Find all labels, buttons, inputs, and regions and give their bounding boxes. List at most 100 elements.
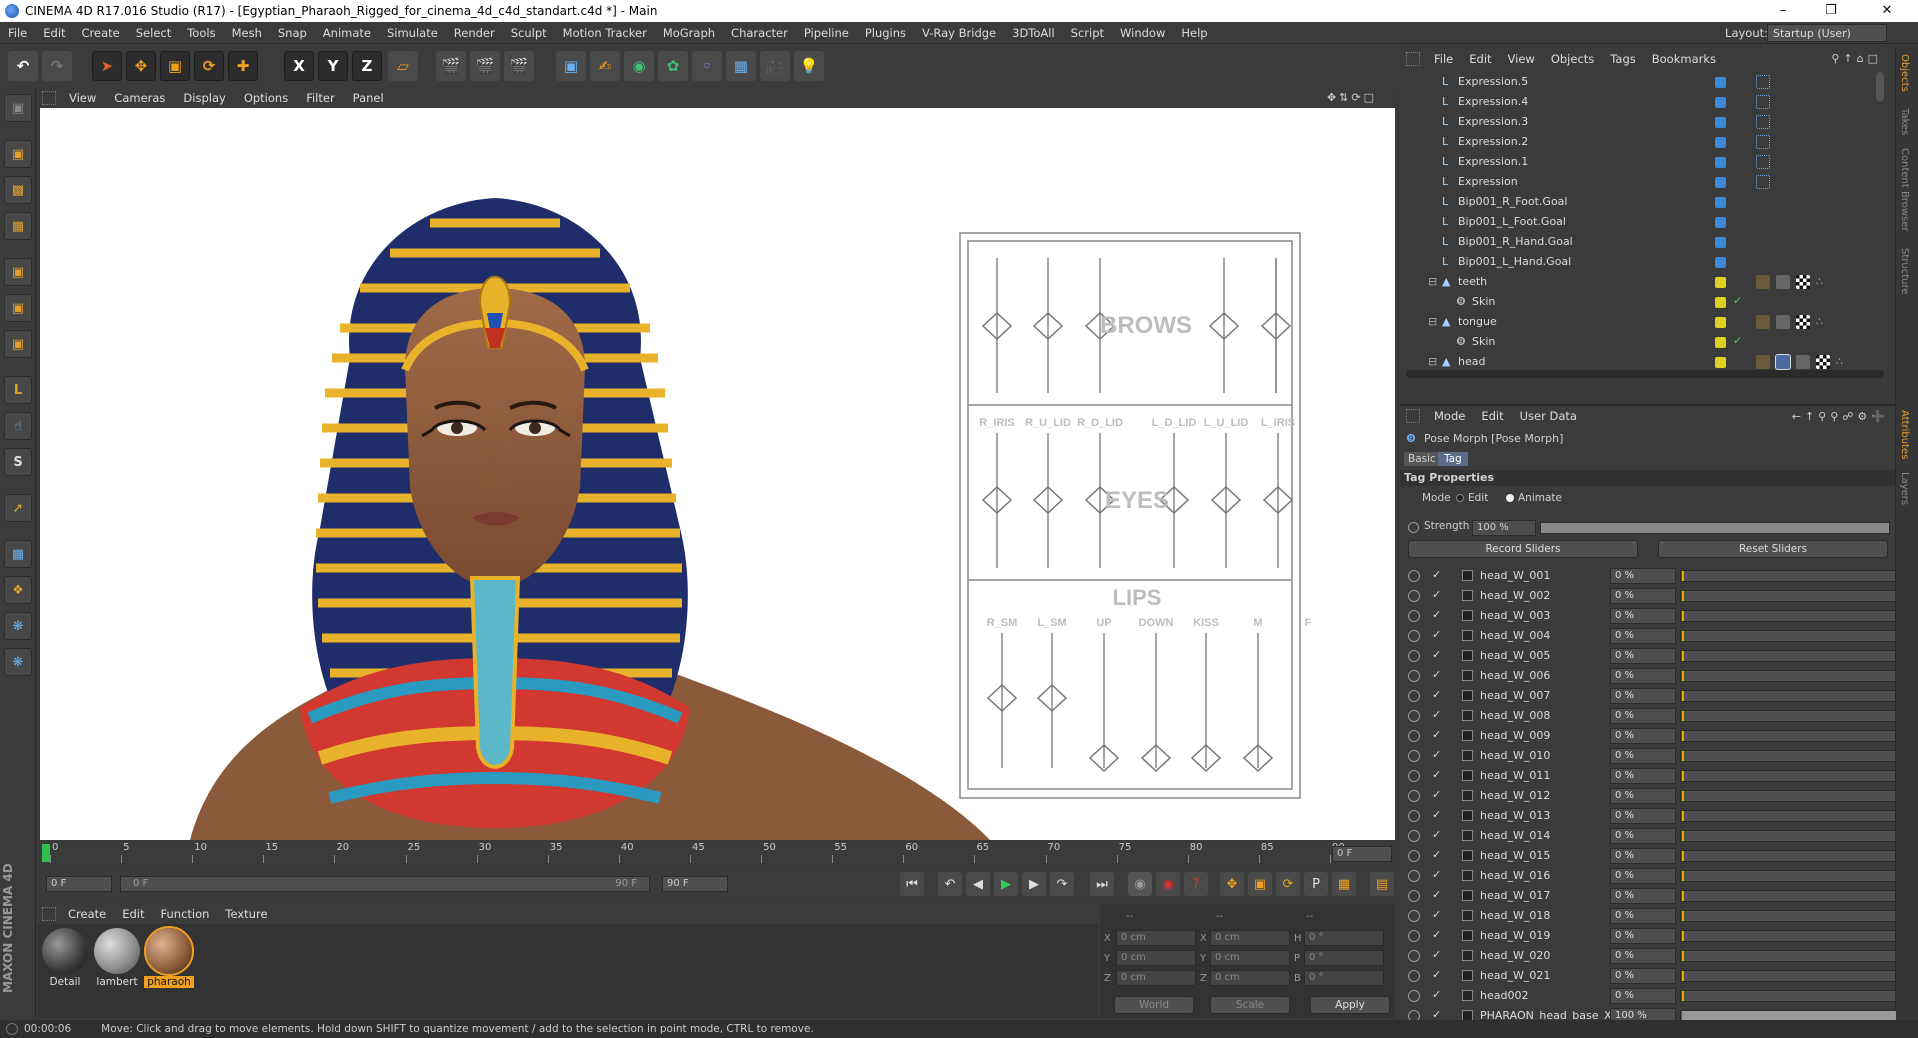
morph-value-field[interactable]: 0 % xyxy=(1610,868,1676,884)
enabled-checkbox[interactable]: ✓ xyxy=(1432,968,1441,981)
morph-value-field[interactable]: 0 % xyxy=(1610,728,1676,744)
coordinate-world-select[interactable]: World xyxy=(1114,996,1194,1014)
morph-tag-icon[interactable] xyxy=(1796,355,1810,369)
enabled-checkbox[interactable]: ✓ xyxy=(1432,908,1441,921)
object-menu-objects[interactable]: Objects xyxy=(1543,52,1602,66)
side-tab-attributes[interactable]: Attributes xyxy=(1899,410,1910,459)
move-tool-icon[interactable]: ✥ xyxy=(126,51,156,81)
xpresso-tag-icon[interactable] xyxy=(1756,95,1770,109)
morph-slider[interactable] xyxy=(1680,590,1896,602)
morph-slider[interactable] xyxy=(1680,910,1896,922)
enabled-check-icon[interactable]: ✓ xyxy=(1733,334,1742,347)
layout-select[interactable]: Startup (User) xyxy=(1767,24,1887,42)
enabled-checkbox[interactable]: ✓ xyxy=(1432,868,1441,881)
enabled-checkbox[interactable]: ✓ xyxy=(1432,948,1441,961)
animate-toggle-icon[interactable] xyxy=(1408,910,1420,922)
morph-slider-row[interactable]: ✓ head_W_001 0 % xyxy=(1400,566,1896,586)
viewport-menu-options[interactable]: Options xyxy=(235,91,297,105)
rotate-tool-icon[interactable]: ⟳ xyxy=(194,51,224,81)
list-item[interactable]: ❾ Skin ✓ xyxy=(1400,292,1890,312)
object-menu-tags[interactable]: Tags xyxy=(1602,52,1643,66)
horizontal-scrollbar[interactable] xyxy=(1406,370,1884,378)
list-item[interactable]: L Bip001_R_Foot.Goal xyxy=(1400,192,1890,212)
animate-toggle-icon[interactable] xyxy=(1408,790,1420,802)
morph-value-field[interactable]: 0 % xyxy=(1610,748,1676,764)
animate-toggle-icon[interactable] xyxy=(1408,750,1420,762)
xpresso-tag-icon[interactable] xyxy=(1756,115,1770,129)
pen-spline-icon[interactable]: ✍ xyxy=(590,51,620,81)
object-menu-bookmarks[interactable]: Bookmarks xyxy=(1644,52,1724,66)
layer-color-swatch[interactable] xyxy=(1715,317,1726,328)
y-axis-button[interactable]: Y xyxy=(318,51,348,81)
side-tab-content-browser[interactable]: Content Browser xyxy=(1899,148,1910,231)
morph-value-field[interactable]: 0 % xyxy=(1610,788,1676,804)
position-y-field[interactable]: 0 cm xyxy=(1116,950,1196,966)
morph-slider-row[interactable]: ✓ head_W_017 0 % xyxy=(1400,886,1896,906)
animate-toggle-icon[interactable] xyxy=(1408,670,1420,682)
morph-value-field[interactable]: 0 % xyxy=(1610,908,1676,924)
object-menu-view[interactable]: View xyxy=(1500,52,1543,66)
key-rotation-icon[interactable]: ⟳ xyxy=(1276,872,1300,896)
morph-value-field[interactable]: 0 % xyxy=(1610,828,1676,844)
light-icon[interactable]: 💡 xyxy=(794,51,824,81)
morph-slider[interactable] xyxy=(1680,810,1896,822)
morph-slider[interactable] xyxy=(1680,570,1896,582)
morph-value-field[interactable]: 0 % xyxy=(1610,688,1676,704)
menu-mograph[interactable]: MoGraph xyxy=(655,26,723,40)
xpresso-tag-icon[interactable] xyxy=(1756,155,1770,169)
keyframe-toggle-icon[interactable] xyxy=(1408,522,1419,533)
morph-slider-row[interactable]: ✓ head_W_021 0 % xyxy=(1400,966,1896,986)
menu-mesh[interactable]: Mesh xyxy=(224,26,270,40)
list-item[interactable]: L Expression.2 xyxy=(1400,132,1890,152)
viewport-menu-cameras[interactable]: Cameras xyxy=(105,91,174,105)
transform-tool-icon[interactable]: ✚ xyxy=(228,51,258,81)
animate-toggle-icon[interactable] xyxy=(1408,810,1420,822)
uvw-tag-icon[interactable] xyxy=(1816,355,1830,369)
menu-simulate[interactable]: Simulate xyxy=(379,26,446,40)
morph-slider-row[interactable]: ✓ head_W_018 0 % xyxy=(1400,906,1896,926)
side-tab-layers[interactable]: Layers xyxy=(1899,472,1910,505)
morph-slider-row[interactable]: ✓ head_W_008 0 % xyxy=(1400,706,1896,726)
list-item[interactable]: L Expression.5 xyxy=(1400,72,1890,92)
collapse-icon[interactable]: ⊟ xyxy=(1428,355,1441,368)
layer-color-swatch[interactable] xyxy=(1715,337,1726,348)
strength-slider[interactable] xyxy=(1540,522,1890,534)
z-axis-button[interactable]: Z xyxy=(352,51,382,81)
layer-color-swatch[interactable] xyxy=(1715,117,1726,128)
morph-value-field[interactable]: 0 % xyxy=(1610,668,1676,684)
viewport-menu-display[interactable]: Display xyxy=(174,91,234,105)
material-menu-texture[interactable]: Texture xyxy=(217,907,275,921)
morph-slider-row[interactable]: ✓ head_W_004 0 % xyxy=(1400,626,1896,646)
viewport-menu-filter[interactable]: Filter xyxy=(297,91,343,105)
side-tab-objects[interactable]: Objects xyxy=(1899,54,1910,92)
viewport-nav-icons[interactable]: ✥⇅⟳□ xyxy=(1327,91,1377,104)
enabled-checkbox[interactable]: ✓ xyxy=(1432,628,1441,641)
morph-slider-row[interactable]: ✓ head_W_020 0 % xyxy=(1400,946,1896,966)
pose-morph-tag-icon[interactable] xyxy=(1775,354,1791,370)
collapse-icon[interactable]: ⊟ xyxy=(1428,275,1441,288)
morph-value-field[interactable]: 0 % xyxy=(1610,568,1676,584)
list-item[interactable]: L Bip001_L_Foot.Goal xyxy=(1400,212,1890,232)
enabled-checkbox[interactable]: ✓ xyxy=(1432,928,1441,941)
morph-value-field[interactable]: 0 % xyxy=(1610,768,1676,784)
enabled-checkbox[interactable]: ✓ xyxy=(1432,788,1441,801)
next-frame-icon[interactable]: ▶ xyxy=(1022,872,1046,896)
weight-tag-icon[interactable] xyxy=(1756,315,1770,329)
list-item[interactable]: L Expression xyxy=(1400,172,1890,192)
side-tab-takes[interactable]: Takes xyxy=(1899,108,1910,135)
morph-slider-row[interactable]: ✓ head_W_011 0 % xyxy=(1400,766,1896,786)
autokey-icon[interactable]: ◉ xyxy=(1156,872,1180,896)
layer-color-swatch[interactable] xyxy=(1715,217,1726,228)
morph-slider[interactable] xyxy=(1680,770,1896,782)
key-pla-icon[interactable]: ▦ xyxy=(1332,872,1356,896)
axis-mode-icon[interactable]: L xyxy=(4,376,32,404)
animate-toggle-icon[interactable] xyxy=(1408,870,1420,882)
morph-slider-row[interactable]: ✓ head_W_013 0 % xyxy=(1400,806,1896,826)
menu-plugins[interactable]: Plugins xyxy=(857,26,914,40)
pose-morph-tag-icon[interactable] xyxy=(1776,315,1790,329)
layer-color-swatch[interactable] xyxy=(1715,177,1726,188)
scale-y-field[interactable]: 0 cm xyxy=(1210,950,1290,966)
side-tab-structure[interactable]: Structure xyxy=(1899,248,1910,295)
morph-slider-row[interactable]: ✓ head_W_009 0 % xyxy=(1400,726,1896,746)
viewport-menu-view[interactable]: View xyxy=(60,91,105,105)
